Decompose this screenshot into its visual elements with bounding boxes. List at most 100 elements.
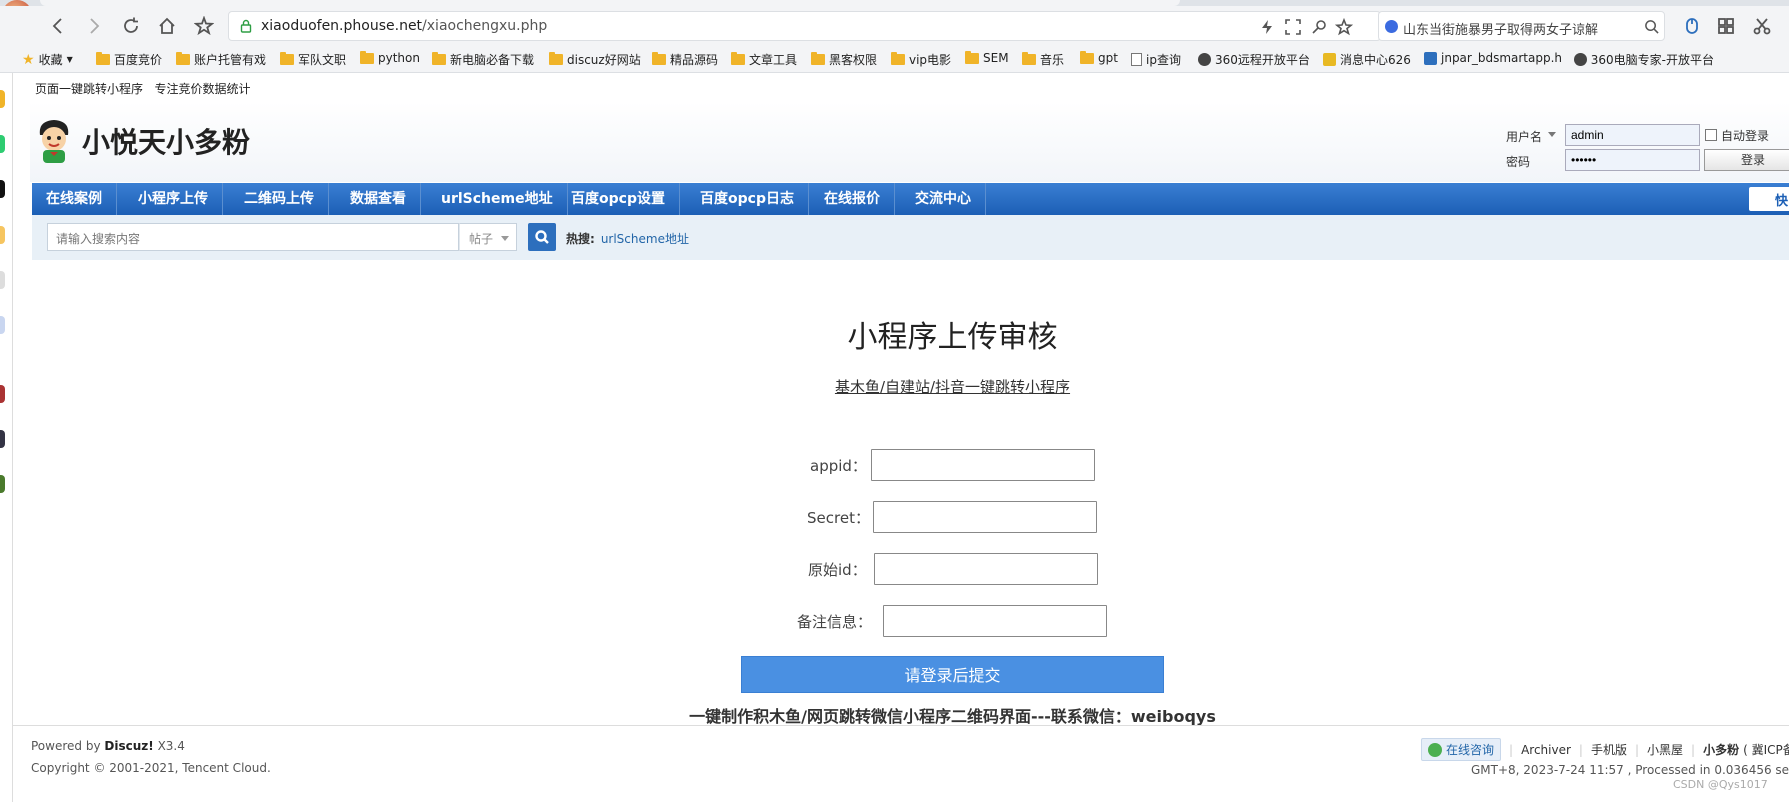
footer-link-archiver[interactable]: Archiver bbox=[1521, 743, 1571, 757]
bookmark-item[interactable]: 黑客权限 bbox=[811, 51, 877, 68]
nav-item-opcp-log[interactable]: 百度opcp日志 bbox=[686, 183, 809, 215]
username-label[interactable]: 用户名 bbox=[1506, 128, 1542, 145]
home-button[interactable] bbox=[153, 12, 181, 40]
screenshot-icon[interactable] bbox=[1284, 18, 1302, 36]
nav-item-data-view[interactable]: 数据查看 bbox=[336, 183, 421, 215]
sidebar-app-icon[interactable] bbox=[0, 180, 5, 198]
site-search-input[interactable]: 请输入搜索内容 bbox=[47, 223, 459, 251]
reload-button[interactable] bbox=[117, 12, 145, 40]
apps-button[interactable] bbox=[1712, 12, 1740, 40]
topnote-link[interactable]: 专注竞价数据统计 bbox=[154, 82, 250, 96]
lightning-icon[interactable] bbox=[1258, 18, 1276, 36]
secret-input[interactable] bbox=[873, 501, 1097, 533]
footer-links: 在线咨询 | Archiver | 手机版 | 小黑屋 | 小多粉 ( 冀ICP… bbox=[1421, 738, 1789, 761]
original-id-label: 原始id： bbox=[808, 561, 867, 579]
favorites-button[interactable] bbox=[190, 12, 218, 40]
bookmark-star-icon[interactable] bbox=[1334, 17, 1354, 36]
original-id-input[interactable] bbox=[874, 553, 1098, 585]
bookmark-item[interactable]: 文章工具 bbox=[731, 51, 797, 68]
bookmark-item[interactable]: 百度竞价 bbox=[96, 51, 162, 68]
folder-icon bbox=[176, 52, 190, 65]
bookmark-item[interactable]: discuz好网站 bbox=[549, 51, 641, 68]
bookmark-item[interactable]: 军队文职 bbox=[280, 51, 346, 68]
bookmark-favorites[interactable]: ★ 收藏 ▼ bbox=[22, 51, 73, 68]
bookmark-item[interactable]: 精品源码 bbox=[652, 51, 718, 68]
nav-item-miniprogram-upload[interactable]: 小程序上传 bbox=[124, 183, 223, 215]
address-bar[interactable]: xiaoduofen.phouse.net/xiaochengxu.php bbox=[228, 11, 1381, 41]
topnote-link[interactable]: 页面一键跳转小程序 bbox=[35, 82, 143, 96]
nav-item-community[interactable]: 交流中心 bbox=[901, 183, 986, 215]
discuz-link[interactable]: Discuz! bbox=[104, 739, 153, 753]
nav-item-opcp-settings[interactable]: 百度opcp设置 bbox=[557, 183, 680, 215]
site-search-bar: 请输入搜索内容 帖子 热搜: urlScheme地址 bbox=[32, 215, 1789, 260]
mouse-gesture-button[interactable] bbox=[1678, 12, 1706, 40]
consult-icon bbox=[1428, 742, 1442, 757]
footer-icp[interactable]: ( 冀ICP备2023 bbox=[1743, 741, 1789, 758]
folder-icon bbox=[432, 52, 446, 65]
login-button[interactable]: 登录 bbox=[1704, 149, 1789, 171]
username-input[interactable] bbox=[1565, 124, 1700, 146]
cut-button[interactable] bbox=[1748, 12, 1776, 40]
form-subtitle-link[interactable]: 基木鱼/自建站/抖音一键跳转小程序 bbox=[0, 376, 1789, 397]
search-button[interactable] bbox=[528, 223, 556, 251]
bookmark-item[interactable]: jnpar_bdsmartapp.h bbox=[1424, 51, 1562, 65]
folder-icon bbox=[965, 50, 979, 64]
folder-icon bbox=[731, 52, 745, 65]
left-sidebar-strip bbox=[0, 73, 13, 802]
sidebar-app-icon[interactable] bbox=[0, 430, 5, 448]
bookmark-item[interactable]: 360电脑专家-开放平台 bbox=[1574, 51, 1714, 68]
bookmark-item[interactable]: ip查询 bbox=[1131, 51, 1181, 68]
bookmark-item[interactable]: 消息中心626 bbox=[1323, 51, 1411, 68]
bookmark-item[interactable]: gpt bbox=[1080, 50, 1118, 65]
password-label: 密码 bbox=[1506, 155, 1531, 169]
appid-input[interactable] bbox=[871, 449, 1095, 481]
bookmark-item[interactable]: 账户托管有戏 bbox=[176, 51, 266, 68]
back-button[interactable] bbox=[44, 12, 72, 40]
forward-button[interactable] bbox=[80, 12, 108, 40]
nav-item-cases[interactable]: 在线案例 bbox=[32, 183, 117, 215]
sidebar-app-icon[interactable] bbox=[0, 475, 5, 493]
bookmarks-bar: ★ 收藏 ▼ 百度竞价 账户托管有戏 军队文职 python 新电脑必备下载 dis… bbox=[0, 46, 1789, 73]
browser-search-box[interactable]: 山东当街施暴男子取得两女子谅解 bbox=[1378, 11, 1665, 41]
caret-down-icon[interactable] bbox=[1548, 132, 1556, 137]
sidebar-app-icon[interactable] bbox=[0, 226, 5, 244]
url-text: xiaoduofen.phouse.net/xiaochengxu.php bbox=[261, 18, 548, 34]
site-logo[interactable]: 小悦天小多粉 bbox=[34, 117, 250, 165]
footer-link-site[interactable]: 小多粉 bbox=[1703, 741, 1739, 758]
folder-icon bbox=[891, 52, 905, 65]
footer-link-blacklist[interactable]: 小黑屋 bbox=[1647, 741, 1683, 758]
auto-login-checkbox[interactable] bbox=[1705, 129, 1717, 141]
app-icon bbox=[1323, 53, 1336, 66]
search-type-select[interactable]: 帖子 bbox=[459, 223, 517, 251]
search-icon[interactable] bbox=[1644, 19, 1659, 34]
folder-icon bbox=[1080, 50, 1094, 64]
footer-link-mobile[interactable]: 手机版 bbox=[1591, 741, 1627, 758]
quick-nav-button[interactable]: 快 bbox=[1749, 187, 1789, 211]
submit-button[interactable]: 请登录后提交 bbox=[741, 656, 1164, 693]
bookmark-item[interactable]: python bbox=[360, 50, 420, 65]
chevron-down-icon bbox=[501, 236, 509, 241]
home-icon bbox=[159, 17, 175, 34]
bookmark-item[interactable]: 360远程开放平台 bbox=[1198, 51, 1310, 68]
footer-powered: Powered by Discuz! X3.4 bbox=[31, 739, 185, 753]
key-icon[interactable] bbox=[1310, 18, 1328, 36]
bookmark-item[interactable]: 新电脑必备下载 bbox=[432, 51, 534, 68]
remark-input[interactable] bbox=[883, 605, 1107, 637]
nav-item-qrcode-upload[interactable]: 二维码上传 bbox=[230, 183, 329, 215]
hot-search-link[interactable]: urlScheme地址 bbox=[601, 232, 689, 246]
sidebar-app-icon[interactable] bbox=[0, 135, 5, 153]
doc-icon bbox=[1131, 53, 1142, 66]
footer-divider bbox=[13, 725, 1789, 726]
nav-item-urlscheme[interactable]: urlScheme地址 bbox=[427, 183, 568, 215]
bookmark-item[interactable]: SEM bbox=[965, 50, 1009, 65]
password-input[interactable] bbox=[1565, 149, 1700, 171]
sidebar-app-icon[interactable] bbox=[0, 271, 5, 289]
baidu-paw-icon bbox=[1385, 20, 1398, 33]
search-placeholder: 请输入搜索内容 bbox=[56, 232, 141, 246]
online-consult-button[interactable]: 在线咨询 bbox=[1421, 738, 1502, 761]
bookmark-item[interactable]: vip电影 bbox=[891, 51, 951, 68]
nav-item-quote[interactable]: 在线报价 bbox=[810, 183, 895, 215]
form-title: 小程序上传审核 bbox=[847, 320, 1058, 355]
sidebar-app-icon[interactable] bbox=[0, 90, 5, 108]
bookmark-item[interactable]: 音乐 bbox=[1022, 51, 1064, 68]
